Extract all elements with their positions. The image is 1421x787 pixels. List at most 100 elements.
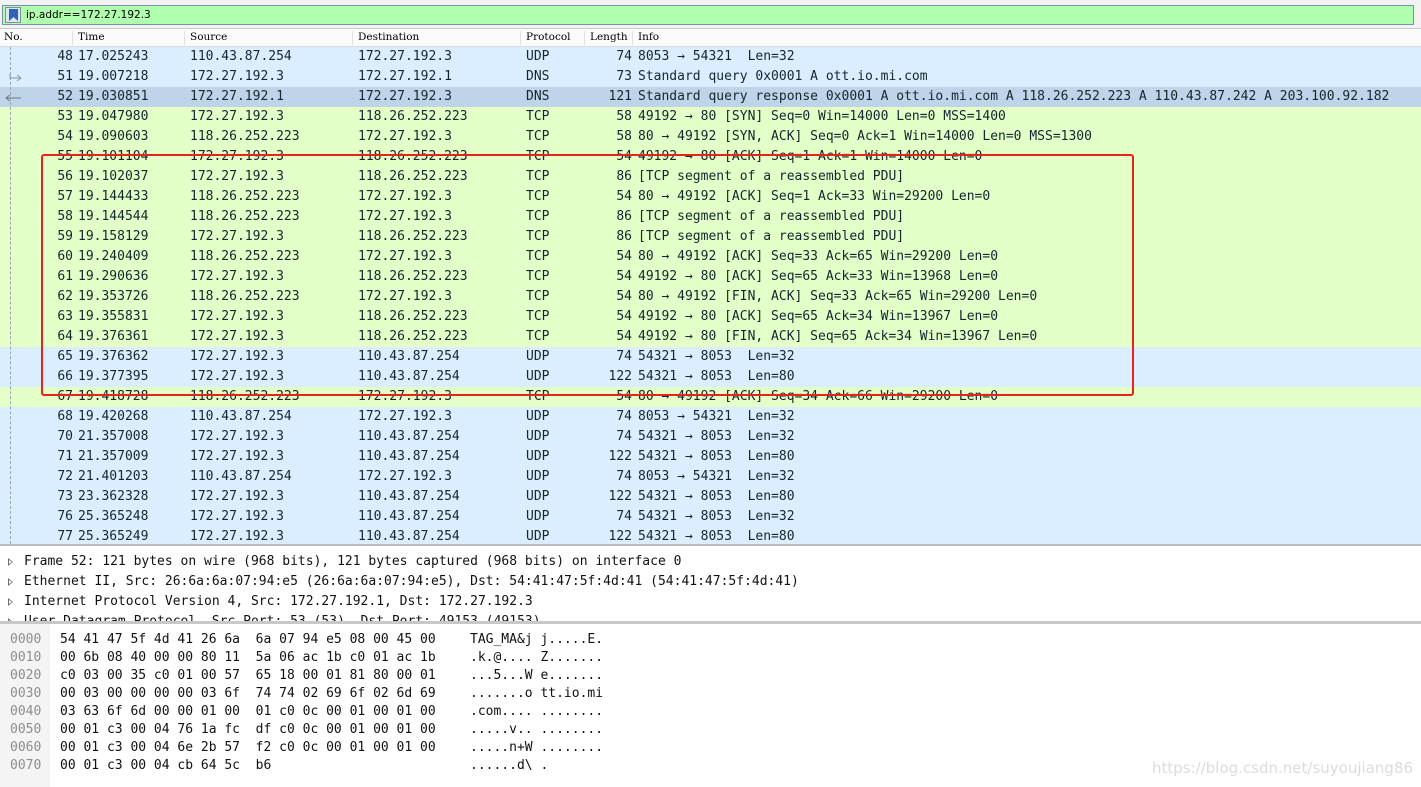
packet-cell-info: 54321 → 8053 Len=80 — [638, 529, 795, 544]
packet-cell-len: 54 — [616, 329, 632, 344]
bytes-row[interactable]: 0060 00 01 c3 00 04 6e 2b 57 f2 c0 0c 00 … — [0, 739, 1421, 757]
packet-row[interactable]: 64 19.376361 172.27.192.3 118.26.252.223 TCP… — [0, 327, 1421, 347]
packet-row[interactable]: 58 19.144544 118.26.252.223 172.27.192.3 TCP… — [0, 207, 1421, 227]
packet-cell-no: 68 — [57, 409, 73, 424]
packet-cell-info: 8053 → 54321 Len=32 — [638, 409, 795, 424]
packet-row[interactable]: 68 19.420268 110.43.87.254 172.27.192.3 UDP 7… — [0, 407, 1421, 427]
packet-cell-len: 58 — [616, 129, 632, 144]
packet-row[interactable]: 77 25.365249 172.27.192.3 110.43.87.254 UDP 1… — [0, 527, 1421, 544]
packet-cell-len: 86 — [616, 169, 632, 184]
column-header-info[interactable]: Info — [638, 31, 659, 43]
packet-cell-dst: 172.27.192.3 — [358, 389, 452, 404]
packet-row[interactable]: 48 17.025243 110.43.87.254 172.27.192.3 UDP 7… — [0, 47, 1421, 67]
bytes-offset: 0020 — [10, 668, 42, 683]
packet-row[interactable]: 59 19.158129 172.27.192.3 118.26.252.223 TCP… — [0, 227, 1421, 247]
packet-row[interactable]: 53 19.047980 172.27.192.3 118.26.252.223 TCP… — [0, 107, 1421, 127]
packet-cell-time: 19.376361 — [78, 329, 149, 344]
packet-row[interactable]: 71 21.357009 172.27.192.3 110.43.87.254 UDP 1… — [0, 447, 1421, 467]
column-header-no[interactable]: No. — [4, 31, 23, 43]
display-filter-input[interactable]: ip.addr==172.27.192.3 — [2, 5, 1414, 25]
column-header-protocol[interactable]: Protocol — [526, 31, 571, 43]
packet-cell-dst: 110.43.87.254 — [358, 349, 460, 364]
packet-cell-info: 49192 → 80 [ACK] Seq=65 Ack=34 Win=13967… — [638, 309, 999, 324]
packet-cell-src: 172.27.192.3 — [190, 349, 284, 364]
packet-row[interactable]: 66 19.377395 172.27.192.3 110.43.87.254 UDP 1… — [0, 367, 1421, 387]
packet-cell-src: 118.26.252.223 — [190, 249, 300, 264]
packet-row[interactable]: 52 19.030851 172.27.192.1 172.27.192.3 DNS 12… — [0, 87, 1421, 107]
bytes-row[interactable]: 0040 03 63 6f 6d 00 00 01 00 01 c0 0c 00 … — [0, 703, 1421, 721]
packet-row[interactable]: 67 19.418728 118.26.252.223 172.27.192.3 TCP… — [0, 387, 1421, 407]
packet-cell-time: 25.365249 — [78, 529, 149, 544]
packet-cell-proto: TCP — [526, 289, 550, 304]
packet-cell-dst: 110.43.87.254 — [358, 449, 460, 464]
packet-cell-dst: 110.43.87.254 — [358, 429, 460, 444]
expand-arrow-icon[interactable] — [8, 578, 13, 586]
packet-cell-info: 49192 → 80 [SYN] Seq=0 Win=14000 Len=0 M… — [638, 109, 1006, 124]
bytes-hex: 00 03 00 00 00 00 03 6f 74 74 02 69 6f 0… — [60, 686, 436, 701]
packet-cell-dst: 110.43.87.254 — [358, 529, 460, 544]
bytes-hex: 54 41 47 5f 4d 41 26 6a 6a 07 94 e5 08 0… — [60, 632, 436, 647]
bytes-ascii: .k.@.... Z....... — [470, 650, 604, 665]
display-filter-value[interactable]: ip.addr==172.27.192.3 — [26, 8, 151, 22]
bytes-row[interactable]: 0020 c0 03 00 35 c0 01 00 57 65 18 00 01 … — [0, 667, 1421, 685]
bytes-offset: 0050 — [10, 722, 42, 737]
column-header-length[interactable]: Length — [590, 31, 628, 43]
detail-ipv4[interactable]: Internet Protocol Version 4, Src: 172.27… — [0, 592, 1421, 612]
packet-row[interactable]: 72 21.401203 110.43.87.254 172.27.192.3 UDP 7… — [0, 467, 1421, 487]
packet-cell-src: 110.43.87.254 — [190, 469, 292, 484]
bytes-row[interactable]: 0030 00 03 00 00 00 00 03 6f 74 74 02 69 … — [0, 685, 1421, 703]
packet-row[interactable]: 55 19.101104 172.27.192.3 118.26.252.223 TCP… — [0, 147, 1421, 167]
expand-arrow-icon[interactable] — [8, 558, 13, 566]
bytes-ascii: ...5...W e....... — [470, 668, 604, 683]
packet-row[interactable]: 51 19.007218 172.27.192.3 172.27.192.1 DNS 73… — [0, 67, 1421, 87]
bytes-row[interactable]: 0000 54 41 47 5f 4d 41 26 6a 6a 07 94 e5 … — [0, 631, 1421, 649]
packet-cell-src: 110.43.87.254 — [190, 49, 292, 64]
packet-cell-proto: UDP — [526, 49, 550, 64]
packet-row[interactable]: 61 19.290636 172.27.192.3 118.26.252.223 TCP… — [0, 267, 1421, 287]
column-header-source[interactable]: Source — [190, 31, 227, 43]
packet-cell-no: 67 — [57, 389, 73, 404]
expand-arrow-icon[interactable] — [8, 598, 13, 606]
packet-cell-src: 172.27.192.3 — [190, 429, 284, 444]
related-packet-indicator — [10, 47, 11, 544]
detail-frame[interactable]: Frame 52: 121 bytes on wire (968 bits), … — [0, 552, 1421, 572]
packet-row[interactable]: 65 19.376362 172.27.192.3 110.43.87.254 UDP 7… — [0, 347, 1421, 367]
packet-cell-info: 54321 → 8053 Len=80 — [638, 489, 795, 504]
filter-bookmark-button[interactable] — [5, 7, 21, 23]
detail-udp[interactable]: User Datagram Protocol, Src Port: 53 (53… — [0, 612, 1421, 621]
packet-cell-proto: TCP — [526, 109, 550, 124]
packet-row[interactable]: 63 19.355831 172.27.192.3 118.26.252.223 TCP… — [0, 307, 1421, 327]
packet-list[interactable]: No. Time Source Destination Protocol Len… — [0, 29, 1421, 544]
bytes-row[interactable]: 0050 00 01 c3 00 04 76 1a fc df c0 0c 00 … — [0, 721, 1421, 739]
column-header-destination[interactable]: Destination — [358, 31, 419, 43]
display-filter-toolbar: ip.addr==172.27.192.3 — [0, 0, 1421, 29]
bytes-ascii: .......o tt.io.mi — [470, 686, 604, 701]
packet-row[interactable]: 73 23.362328 172.27.192.3 110.43.87.254 UDP 1… — [0, 487, 1421, 507]
packet-row[interactable]: 54 19.090603 118.26.252.223 172.27.192.3 TCP… — [0, 127, 1421, 147]
column-header-time[interactable]: Time — [78, 31, 105, 43]
packet-row[interactable]: 70 21.357008 172.27.192.3 110.43.87.254 UDP 7… — [0, 427, 1421, 447]
packet-cell-len: 58 — [616, 109, 632, 124]
packet-cell-proto: UDP — [526, 489, 550, 504]
bytes-offset: 0000 — [10, 632, 42, 647]
packet-cell-info: 80 → 49192 [SYN, ACK] Seq=0 Ack=1 Win=14… — [638, 129, 1092, 144]
packet-cell-proto: TCP — [526, 309, 550, 324]
packet-cell-src: 172.27.192.3 — [190, 509, 284, 524]
packet-row[interactable]: 62 19.353726 118.26.252.223 172.27.192.3 TCP… — [0, 287, 1421, 307]
packet-cell-proto: TCP — [526, 129, 550, 144]
packet-row[interactable]: 60 19.240409 118.26.252.223 172.27.192.3 TCP… — [0, 247, 1421, 267]
packet-row[interactable]: 57 19.144433 118.26.252.223 172.27.192.3 TCP… — [0, 187, 1421, 207]
packet-bytes-pane[interactable]: 0000 54 41 47 5f 4d 41 26 6a 6a 07 94 e5 … — [0, 624, 1421, 787]
packet-cell-info: 8053 → 54321 Len=32 — [638, 469, 795, 484]
packet-cell-info: 49192 → 80 [ACK] Seq=1 Ack=1 Win=14000 L… — [638, 149, 983, 164]
packet-row[interactable]: 56 19.102037 172.27.192.3 118.26.252.223 TCP… — [0, 167, 1421, 187]
packet-cell-no: 61 — [57, 269, 73, 284]
packet-row[interactable]: 76 25.365248 172.27.192.3 110.43.87.254 UDP 7… — [0, 507, 1421, 527]
bytes-row[interactable]: 0010 00 6b 08 40 00 00 80 11 5a 06 ac 1b … — [0, 649, 1421, 667]
bytes-hex: c0 03 00 35 c0 01 00 57 65 18 00 01 81 8… — [60, 668, 436, 683]
packet-cell-proto: TCP — [526, 269, 550, 284]
detail-ethernet[interactable]: Ethernet II, Src: 26:6a:6a:07:94:e5 (26:… — [0, 572, 1421, 592]
packet-cell-len: 54 — [616, 309, 632, 324]
packet-cell-dst: 118.26.252.223 — [358, 309, 468, 324]
packet-cell-len: 74 — [616, 409, 632, 424]
